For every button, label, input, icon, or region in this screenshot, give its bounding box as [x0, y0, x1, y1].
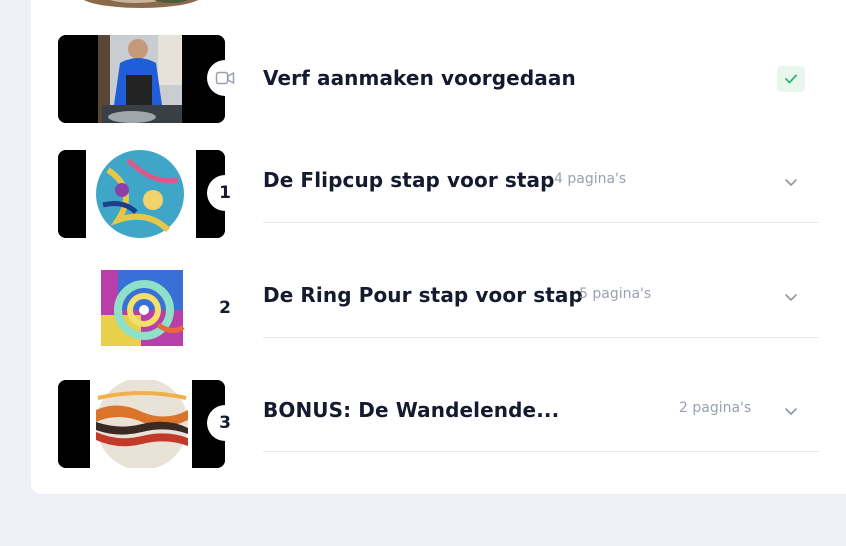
video-icon [207, 60, 243, 96]
lesson-thumbnail [58, 380, 225, 468]
lesson-thumbnail [58, 35, 225, 123]
lesson-page-count: 2 pagina's [679, 400, 752, 416]
chevron-down-icon[interactable] [782, 402, 800, 420]
completed-check-icon [777, 66, 805, 92]
lesson-page-count: 5 pagina's [579, 286, 652, 302]
chevron-down-icon[interactable] [782, 288, 800, 306]
lesson-index-badge: 1 [207, 175, 243, 211]
lesson-index-badge: 2 [207, 290, 243, 326]
lesson-page-count: 4 pagina's [554, 171, 627, 187]
row-divider [263, 337, 819, 338]
lesson-title: Verf aanmaken voorgedaan [263, 66, 576, 90]
chevron-down-icon[interactable] [782, 173, 800, 191]
row-divider [263, 451, 819, 452]
row-divider [263, 222, 819, 223]
previous-lesson-thumbnail [76, 0, 206, 8]
lesson-thumbnail [58, 150, 225, 238]
lesson-title: BONUS: De Wandelende... [263, 398, 560, 422]
lesson-title: De Flipcup stap voor stap [263, 168, 555, 192]
lesson-thumbnail [58, 265, 225, 353]
lesson-index-badge: 3 [207, 405, 243, 441]
lesson-title: De Ring Pour stap voor stap [263, 283, 583, 307]
